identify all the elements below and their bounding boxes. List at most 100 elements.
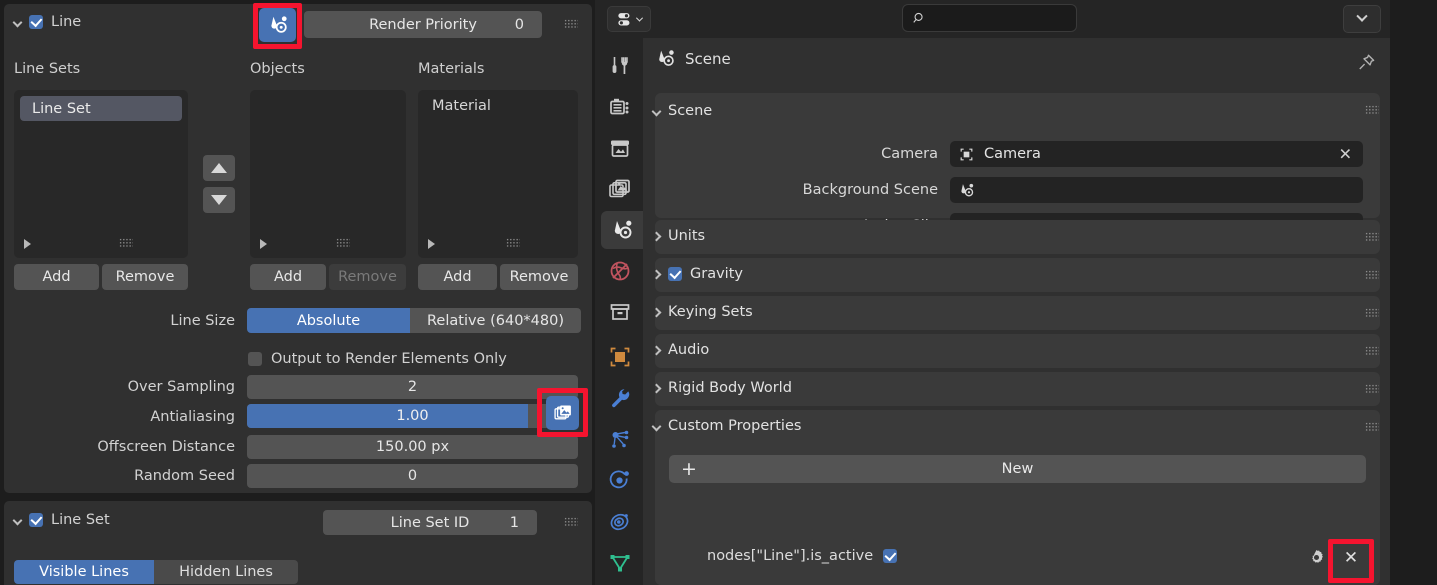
render-elements-image-button[interactable] (546, 396, 579, 430)
line-set-enable-checkbox[interactable] (29, 513, 43, 527)
output-to-render-elements-checkbox[interactable] (248, 352, 262, 366)
section-audio[interactable] (655, 334, 1380, 368)
section-units[interactable] (655, 220, 1380, 254)
chevron-down-icon[interactable] (652, 421, 662, 431)
line-size-relative-option[interactable]: Relative (640*480) (410, 308, 581, 333)
line-size-absolute-option[interactable]: Absolute (247, 308, 410, 333)
object-square-icon (608, 345, 632, 369)
line-size-label: Line Size (100, 313, 235, 329)
scene-icon (655, 48, 676, 69)
section-label: Rigid Body World (668, 380, 792, 396)
header-overflow-button[interactable] (1343, 5, 1381, 33)
render-priority-label: Render Priority (304, 17, 542, 33)
random-seed-field[interactable]: 0 (247, 464, 578, 488)
line-panel-header[interactable]: Line (14, 14, 81, 30)
chevron-down-icon[interactable] (13, 17, 23, 27)
editor-type-selector[interactable] (607, 6, 651, 32)
property-tab-particles[interactable] (601, 420, 639, 458)
line-size-toggle[interactable]: Absolute Relative (640*480) (247, 308, 581, 333)
freestyle-line-icon-button[interactable] (259, 8, 296, 42)
property-tab-render[interactable] (601, 88, 639, 126)
resize-grip-icon[interactable] (119, 238, 133, 248)
resize-grip-icon[interactable] (506, 238, 520, 248)
section-rigid-body-world-header[interactable]: Rigid Body World (653, 380, 792, 396)
antialiasing-slider[interactable]: 1.00 (247, 404, 578, 428)
section-label: Gravity (690, 266, 743, 282)
background-scene-field[interactable] (950, 177, 1363, 203)
output-to-render-elements-row[interactable]: Output to Render Elements Only (248, 351, 507, 367)
section-gravity-header[interactable]: Gravity (653, 266, 743, 282)
tab-visible-lines[interactable]: Visible Lines (14, 560, 154, 584)
camera-clear-button[interactable]: ✕ (1339, 145, 1352, 164)
offscreen-distance-field[interactable]: 150.00 px (247, 435, 578, 459)
drag-grip-icon[interactable] (1365, 270, 1379, 280)
expand-triangle-icon[interactable] (24, 239, 31, 249)
drag-grip-icon[interactable] (1365, 105, 1379, 115)
over-sampling-field[interactable]: 2 (247, 375, 578, 399)
chevron-down-icon[interactable] (13, 515, 23, 525)
line-set-panel-header[interactable]: Line Set (14, 512, 110, 528)
expand-triangle-icon[interactable] (428, 239, 435, 249)
line-set-id-value: 1 (510, 515, 519, 531)
line-sets-listbox[interactable]: Line Set (14, 90, 188, 258)
drag-grip-icon[interactable] (1365, 384, 1379, 394)
drag-grip-icon[interactable] (1365, 308, 1379, 318)
objects-add-button[interactable]: Add (250, 264, 326, 290)
property-tab-constraints[interactable] (601, 502, 639, 540)
list-item[interactable]: Material (432, 98, 491, 114)
section-label: Units (668, 228, 705, 244)
section-audio-header[interactable]: Audio (653, 342, 709, 358)
custom-property-delete-button[interactable]: ✕ (1339, 546, 1363, 570)
camera-field[interactable]: Camera ✕ (950, 141, 1363, 167)
custom-property-new-button[interactable]: + New (669, 455, 1366, 483)
gravity-checkbox[interactable] (668, 267, 682, 281)
property-tab-modifiers[interactable] (601, 379, 639, 417)
property-tab-view-layer[interactable] (601, 170, 639, 208)
section-units-header[interactable]: Units (653, 228, 705, 244)
drag-grip-icon[interactable] (1365, 232, 1379, 242)
property-tab-world[interactable] (601, 252, 639, 290)
search-box[interactable] (902, 4, 1077, 32)
custom-property-value-checkbox[interactable] (883, 549, 897, 563)
pin-icon (1357, 53, 1376, 72)
antialiasing-label: Antialiasing (100, 409, 235, 425)
property-tab-object[interactable] (601, 338, 639, 376)
property-tab-collection[interactable] (601, 293, 639, 331)
chevron-down-icon[interactable] (652, 106, 662, 116)
property-tab-physics[interactable] (601, 461, 639, 499)
expand-triangle-icon[interactable] (260, 239, 267, 249)
section-custom-properties-header[interactable]: Custom Properties (653, 418, 801, 434)
property-tab-data[interactable] (601, 543, 639, 581)
property-tab-output[interactable] (601, 129, 639, 167)
lines-visibility-tabs[interactable]: Visible Lines Hidden Lines (14, 560, 298, 584)
drag-grip-icon[interactable] (1365, 346, 1379, 356)
list-item[interactable]: Line Set (20, 96, 182, 121)
tab-hidden-lines[interactable]: Hidden Lines (154, 560, 298, 584)
property-tab-tool[interactable] (601, 47, 639, 85)
drag-grip-icon[interactable] (1365, 422, 1379, 432)
pin-button[interactable] (1352, 48, 1380, 76)
materials-listbox[interactable]: Material (418, 90, 578, 258)
particles-icon (608, 427, 632, 451)
move-up-button[interactable] (203, 155, 235, 181)
property-tab-scene[interactable] (601, 211, 643, 249)
line-set-id-field[interactable]: Line Set ID 1 (323, 510, 537, 535)
x-icon: ✕ (1344, 548, 1358, 568)
section-gravity[interactable] (655, 258, 1380, 292)
move-down-button[interactable] (203, 187, 235, 213)
section-keying-sets-header[interactable]: Keying Sets (653, 304, 753, 320)
materials-remove-button[interactable]: Remove (500, 264, 578, 290)
search-input[interactable] (927, 11, 1057, 26)
drag-grip-icon[interactable] (564, 19, 578, 29)
drag-grip-icon[interactable] (564, 517, 578, 527)
resize-grip-icon[interactable] (336, 238, 350, 248)
line-sets-add-button[interactable]: Add (14, 264, 99, 290)
custom-property-settings-button[interactable] (1305, 546, 1327, 568)
objects-listbox[interactable] (250, 90, 406, 258)
line-sets-remove-button[interactable]: Remove (102, 264, 188, 290)
section-keying-sets[interactable] (655, 296, 1380, 330)
line-enable-checkbox[interactable] (29, 15, 43, 29)
render-priority-field[interactable]: Render Priority 0 (304, 11, 542, 38)
scene-panel-header[interactable]: Scene (653, 103, 712, 119)
materials-add-button[interactable]: Add (418, 264, 497, 290)
